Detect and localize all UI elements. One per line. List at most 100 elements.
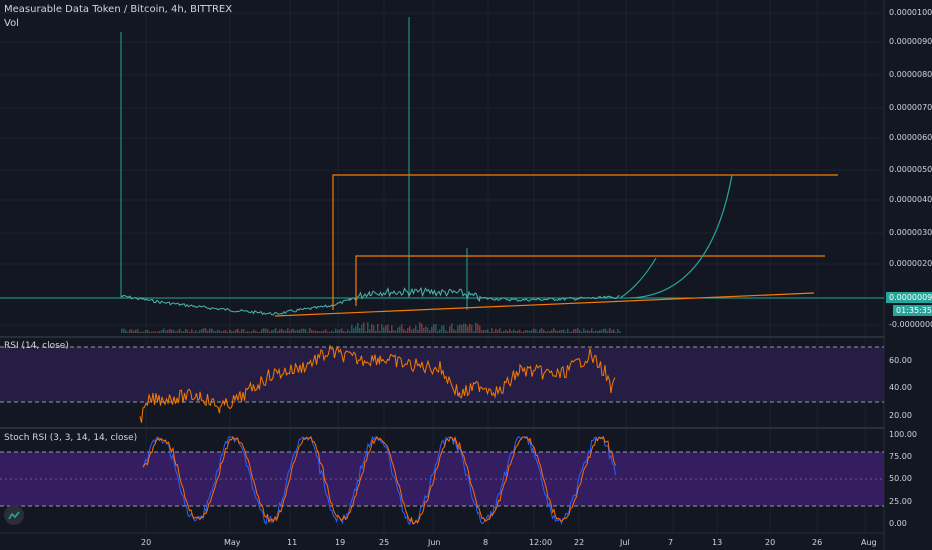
volume-bar (251, 331, 253, 333)
volume-bar (611, 330, 613, 333)
volume-bar (333, 331, 335, 333)
volume-bar (205, 328, 207, 333)
volume-bar (329, 331, 331, 333)
volume-bar (559, 330, 561, 333)
stoch-label[interactable]: Stoch RSI (3, 3, 14, 14, close) (4, 433, 137, 443)
volume-bar (417, 329, 419, 333)
time-tick: Jun (428, 538, 441, 547)
volume-bar (299, 329, 301, 333)
volume-bar (437, 331, 439, 333)
volume-bar (421, 323, 423, 333)
volume-bar (273, 329, 275, 333)
volume-bar (601, 329, 603, 333)
volume-bar (161, 330, 163, 333)
volume-bar (451, 323, 453, 333)
price-line (120, 286, 620, 316)
time-tick: 20 (765, 538, 776, 547)
volume-bar (173, 330, 175, 333)
volume-bar (385, 325, 387, 333)
volume-bar (127, 331, 129, 333)
volume-bar (445, 330, 447, 333)
volume-bar (449, 326, 451, 333)
volume-bar (297, 329, 299, 333)
volume-bar (419, 322, 421, 333)
volume-bar (395, 330, 397, 333)
volume-bar (399, 326, 401, 333)
volume-bar (323, 330, 325, 333)
volume-bar (553, 328, 555, 333)
volume-bar (337, 330, 339, 333)
volume-bar (551, 329, 553, 333)
volume-bar (453, 329, 455, 333)
volume-bar (247, 330, 249, 333)
volume-bar (221, 331, 223, 333)
rsi-tick: 20.00 (889, 411, 912, 420)
volume-bar (483, 330, 485, 333)
volume-bar (229, 329, 231, 333)
volume-bar (369, 329, 371, 333)
volume-bar (277, 331, 279, 333)
volume-bar (591, 328, 593, 333)
volume-bar (231, 331, 233, 333)
time-tick: 25 (379, 538, 390, 547)
volume-bar (563, 329, 565, 333)
volume-bar (121, 328, 123, 333)
volume-bar (375, 331, 377, 333)
chart-canvas[interactable] (0, 0, 932, 550)
volume-bar (295, 330, 297, 333)
volume-bar (331, 330, 333, 333)
volume-bar (133, 330, 135, 333)
time-tick: 13 (712, 538, 723, 547)
volume-bar (377, 324, 379, 333)
volume-bar (363, 322, 365, 333)
time-tick: 19 (335, 538, 346, 547)
volume-bar (207, 330, 209, 333)
stoch-tick: 100.00 (889, 430, 917, 439)
volume-bar (281, 328, 283, 333)
volume-bar (469, 323, 471, 333)
volume-bar (185, 328, 187, 333)
volume-bar (433, 323, 435, 333)
volume-bar (503, 330, 505, 333)
volume-bar (163, 328, 165, 333)
volume-bar (615, 331, 617, 333)
volume-bar (565, 331, 567, 333)
volume-bar (139, 331, 141, 333)
price-tick: 0.00000200 (889, 259, 932, 268)
volume-bar (545, 331, 547, 333)
rsi-tick: 60.00 (889, 356, 912, 365)
volume-bar (325, 329, 327, 333)
volume-bar (595, 330, 597, 333)
volume-bar (415, 325, 417, 333)
volume-bar (135, 329, 137, 333)
rsi-label[interactable]: RSI (14, close) (4, 341, 69, 351)
volume-bar (143, 331, 145, 333)
time-tick: 8 (483, 538, 489, 547)
volume-bar (159, 330, 161, 333)
volume-bar (389, 330, 391, 333)
volume-bar (521, 331, 523, 333)
volume-bar (267, 329, 269, 333)
volume-bar (607, 331, 609, 333)
volume-bar (435, 324, 437, 333)
volume-bar (403, 329, 405, 333)
price-tick: 0.00000400 (889, 195, 932, 204)
volume-bar (429, 330, 431, 333)
volume-bar (525, 330, 527, 333)
volume-bar (587, 330, 589, 333)
volume-bar (181, 331, 183, 333)
volume-bar (387, 324, 389, 333)
volume-bar (215, 331, 217, 333)
volume-bar (533, 328, 535, 333)
volume-bar (477, 323, 479, 333)
volume-bar (479, 325, 481, 333)
volume-bar (411, 329, 413, 333)
volume-bar (177, 330, 179, 333)
volume-bar (153, 331, 155, 333)
volume-bar (471, 324, 473, 333)
volume-bar (313, 330, 315, 333)
tradingview-logo[interactable] (4, 505, 24, 525)
volume-bar (305, 329, 307, 333)
volume-bar (361, 324, 363, 333)
volume-bar (447, 331, 449, 333)
